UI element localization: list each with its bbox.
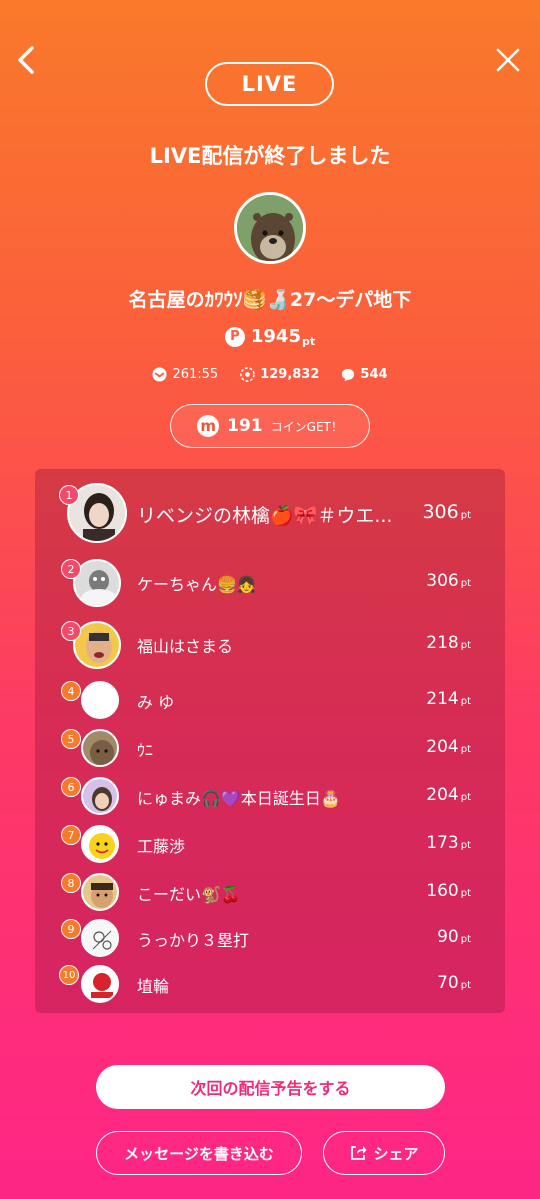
ranker-avatar [81,873,119,911]
live-badge: LIVE [205,62,334,106]
rank-badge: 10 [59,965,79,985]
live-ended-message: LIVE配信が終了しました [149,144,391,168]
ranking-row[interactable]: 4 み ゆ 214 pt [35,679,505,723]
ranker-name: にゅまみ🎧💜本日誕生日🎂 [137,789,341,808]
ranker-points: 204 pt [426,785,471,805]
ranker-avatar [81,777,119,815]
ranker-name: こーだい🐒🍒 [137,885,241,904]
ranker-points: 306 pt [426,571,471,591]
coin-icon: m [197,415,220,437]
comment-icon [342,368,355,381]
share-icon [351,1146,367,1160]
ranker-points: 70 pt [437,973,471,993]
rank-badge: 4 [61,681,81,701]
rank-badge: 6 [61,777,81,797]
points-value: 1945pt [250,326,316,348]
point-icon: P [224,326,245,347]
stats-row: 261:55 129,832 544 [0,367,540,382]
ranker-points: 90 pt [437,927,471,947]
rank-badge: 3 [61,621,81,641]
ranker-avatar [81,919,119,957]
ranker-avatar [81,729,119,767]
ranker-name: 工藤渉 [137,837,186,856]
close-icon [496,48,520,72]
ranker-avatar [81,965,119,1003]
ranker-points: 173 pt [426,833,471,853]
share-button[interactable]: シェア [323,1131,445,1175]
ranker-points: 218 pt [426,633,471,653]
streamer-points: P 1945pt [0,326,540,348]
ranker-name: ケーちゃん🍔👧 [137,575,257,594]
stat-comments: 544 [341,367,388,382]
ranking-row[interactable]: 10 埴輪 70 pt [35,963,505,1007]
streamer-avatar[interactable] [234,192,306,264]
rank-badge: 5 [61,729,81,749]
ranker-avatar [81,825,119,863]
ranking-row[interactable]: 8 こーだい🐒🍒 160 pt [35,871,505,915]
rank-badge: 8 [61,873,81,893]
streamer-name: 名古屋のｶﾜｳｿ🥞🍶27〜デパ地下 [128,289,412,311]
ranking-row[interactable]: 5 ｳﾆ 204 pt [35,727,505,771]
schedule-next-live-button[interactable]: 次回の配信予告をする [96,1065,445,1109]
ranker-name: 福山はさまる [137,637,234,656]
coin-get-button[interactable]: m 191 コインGET！ [170,404,370,448]
ranking-row[interactable]: 1 リベンジの林檎🍎🎀＃ウエ... 306 pt [35,483,505,547]
ranking-panel: 1 リベンジの林檎🍎🎀＃ウエ... 306 pt 2 ケーちゃん🍔👧 306 pt … [35,469,505,1013]
coin-label: コインGET！ [270,419,343,434]
close-button[interactable] [490,42,526,78]
ranker-points: 204 pt [426,737,471,757]
coin-value: 191 [227,416,263,436]
ranker-points: 160 pt [426,881,471,901]
rank-badge: 1 [59,485,79,505]
ranker-avatar [81,681,119,719]
eye-icon [240,367,255,382]
clock-icon [152,367,167,382]
rank-badge: 2 [61,559,81,579]
ranking-row[interactable]: 6 にゅまみ🎧💜本日誕生日🎂 204 pt [35,775,505,819]
rank-badge: 9 [61,919,81,939]
ranker-name: ｳﾆ [137,741,154,760]
ranker-name: み ゆ [137,693,175,712]
ranking-row[interactable]: 7 工藤渉 173 pt [35,823,505,867]
rank-badge: 7 [61,825,81,845]
chevron-left-icon [18,46,34,74]
back-button[interactable] [8,42,44,78]
ranking-row[interactable]: 2 ケーちゃん🍔👧 306 pt [35,559,505,609]
ranker-name: リベンジの林檎🍎🎀＃ウエ... [137,505,393,527]
ranker-name: うっかり３塁打 [137,931,250,950]
share-label: シェア [373,1144,419,1163]
write-message-button[interactable]: メッセージを書き込む [96,1131,302,1175]
ranking-row[interactable]: 9 うっかり３塁打 90 pt [35,917,505,961]
stat-views: 129,832 [240,367,319,382]
ranker-name: 埴輪 [137,977,170,996]
ranker-points: 214 pt [426,689,471,709]
ranking-row[interactable]: 3 福山はさまる 218 pt [35,621,505,671]
otter-avatar-image [237,195,303,261]
stat-duration: 261:55 [152,367,218,382]
ranker-points: 306 pt [422,501,471,523]
